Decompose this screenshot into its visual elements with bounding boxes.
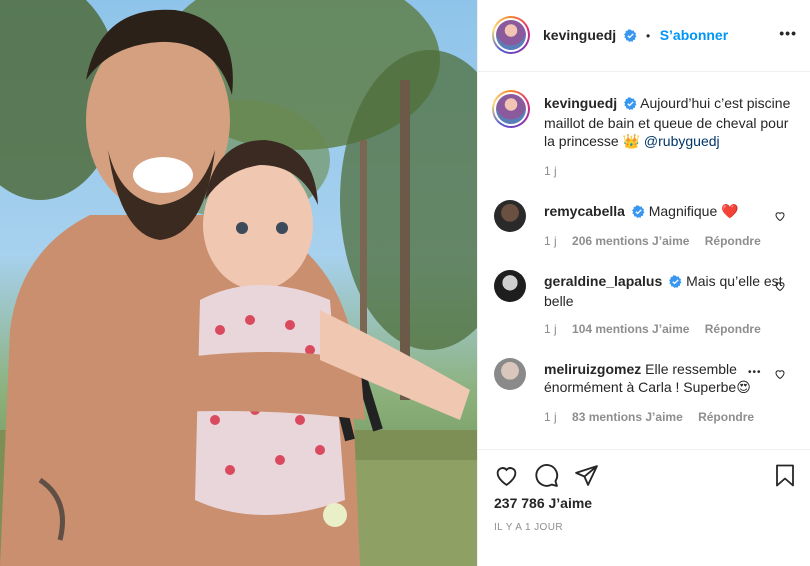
caption-time: 1 j	[544, 164, 557, 178]
comment-avatar[interactable]	[494, 270, 526, 302]
comment-likes[interactable]: 206 mentions J’aime	[572, 234, 689, 248]
caption: kevinguedj Aujourd’hui c’est piscine mai…	[492, 90, 794, 180]
comment-username[interactable]: remycabella	[544, 203, 625, 219]
share-icon[interactable]	[574, 463, 599, 493]
comment-icon[interactable]	[534, 463, 559, 493]
comment-item: remycabella Magnifique ❤️ 1 j 206 mentio…	[494, 200, 794, 250]
like-comment-heart-icon[interactable]	[774, 366, 786, 384]
post-date[interactable]: IL Y A 1 JOUR	[494, 522, 563, 533]
follow-button[interactable]: S’abonner	[660, 27, 728, 43]
like-comment-heart-icon[interactable]	[774, 208, 786, 226]
verified-badge-icon	[623, 29, 637, 47]
verified-badge-icon	[631, 204, 645, 222]
reply-button[interactable]: Répondre	[705, 234, 761, 248]
caption-avatar[interactable]	[492, 90, 530, 128]
separator-dot: •	[646, 29, 651, 43]
comment-time: 1 j	[544, 234, 557, 248]
post-photo[interactable]	[0, 0, 477, 566]
comment-username[interactable]: meliruizgomez	[544, 361, 641, 377]
comment-likes[interactable]: 83 mentions J’aime	[572, 410, 683, 424]
verified-badge-icon	[669, 274, 682, 292]
bookmark-icon[interactable]	[774, 463, 796, 493]
comment-item: geraldine_lapalus Mais qu’elle est belle…	[494, 270, 794, 340]
photo-illustration	[0, 0, 477, 566]
comments-list[interactable]: kevinguedj Aujourd’hui c’est piscine mai…	[478, 73, 810, 449]
post-actions: 237 786 J’aime IL Y A 1 JOUR	[478, 449, 810, 566]
reply-button[interactable]: Répondre	[698, 410, 754, 424]
reply-button[interactable]: Répondre	[705, 322, 761, 336]
like-comment-heart-icon[interactable]	[774, 278, 786, 296]
comment-avatar[interactable]	[494, 200, 526, 232]
post-header: kevinguedj • S’abonner •••	[478, 0, 810, 72]
caption-text-block: kevinguedj Aujourd’hui c’est piscine mai…	[544, 94, 792, 150]
caption-username[interactable]: kevinguedj	[544, 95, 617, 111]
author-avatar[interactable]	[492, 16, 530, 54]
verified-badge-icon	[624, 96, 637, 114]
comment-text: Magnifique ❤️	[648, 203, 739, 219]
comment-time: 1 j	[544, 322, 557, 336]
more-options-icon[interactable]: •••	[779, 25, 797, 41]
comment-likes[interactable]: 104 mentions J’aime	[572, 322, 689, 336]
like-heart-icon[interactable]	[494, 463, 519, 493]
author-username[interactable]: kevinguedj	[543, 27, 616, 43]
comment-username[interactable]: geraldine_lapalus	[544, 273, 662, 289]
likes-count[interactable]: 237 786 J’aime	[494, 495, 592, 511]
comment-time: 1 j	[544, 410, 557, 424]
caption-mention-link[interactable]: @rubyguedj	[644, 133, 720, 149]
comment-avatar[interactable]	[494, 358, 526, 390]
comment-more-icon[interactable]: •••	[748, 364, 762, 382]
post-side-panel: kevinguedj • S’abonner ••• kevinguedj Au…	[477, 0, 810, 566]
comment-item: meliruizgomez Elle ressemble énormément …	[494, 358, 794, 428]
